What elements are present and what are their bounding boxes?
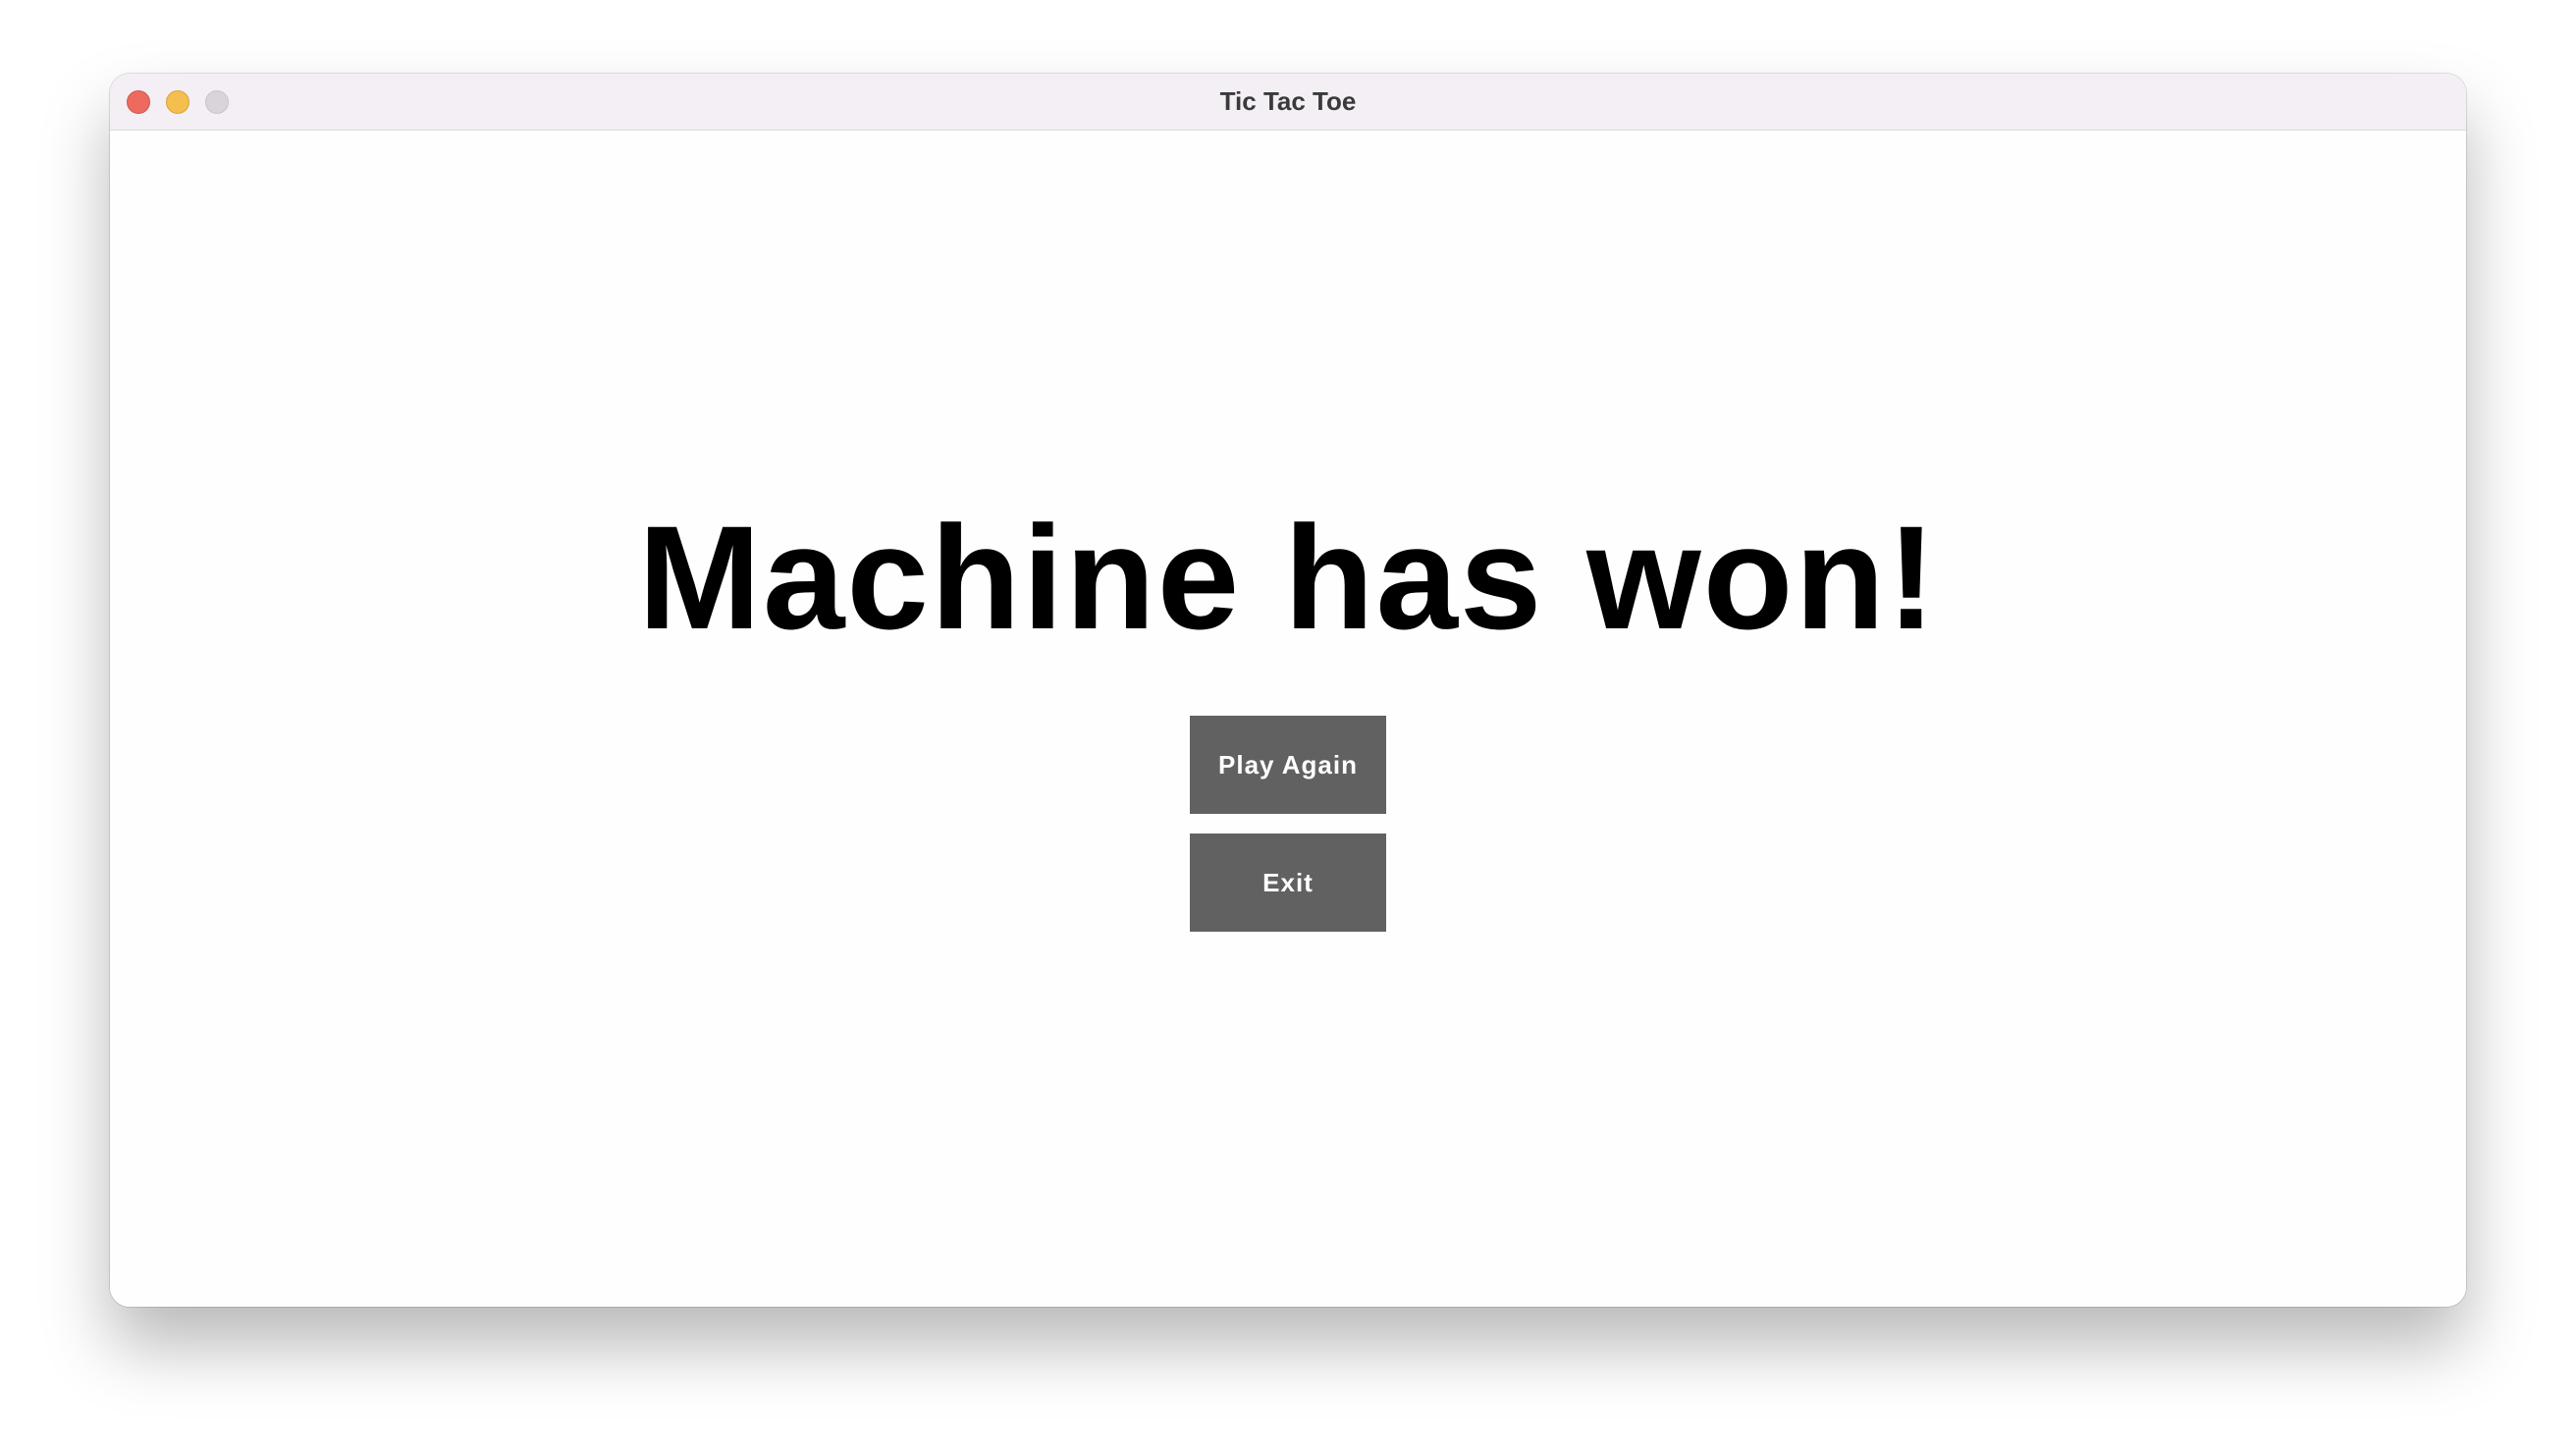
result-message: Machine has won!	[638, 495, 1938, 660]
exit-button[interactable]: Exit	[1190, 834, 1386, 932]
title-bar[interactable]: Tic Tac Toe	[110, 74, 2466, 131]
window-title: Tic Tac Toe	[1219, 86, 1357, 116]
play-again-button[interactable]: Play Again	[1190, 716, 1386, 814]
app-window: Tic Tac Toe Machine has won! Play Again …	[110, 74, 2466, 1307]
game-over-screen: Machine has won! Play Again Exit	[110, 131, 2466, 1307]
